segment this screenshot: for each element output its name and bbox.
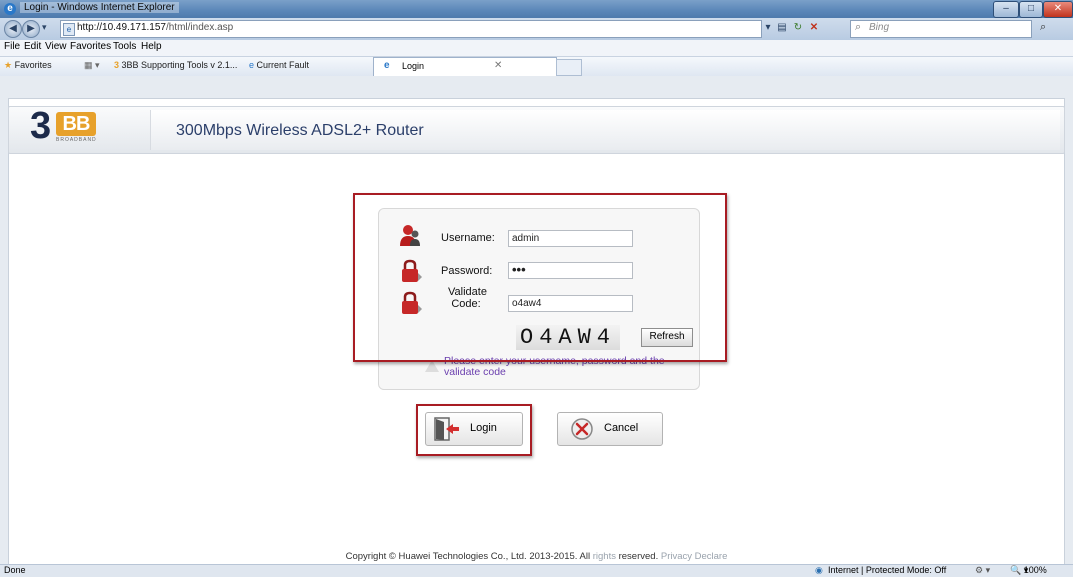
rights-text: rights (592, 551, 616, 562)
nav-dropdown-icon[interactable]: ▾ (42, 22, 47, 33)
tab-login[interactable]: e Login ✕ (373, 57, 557, 77)
back-button[interactable]: ◀ (4, 20, 22, 38)
refresh-icon[interactable]: ↻ (792, 21, 804, 35)
window-titlebar: e Login - Windows Internet Explorer – □ … (0, 0, 1073, 18)
new-tab-button[interactable] (556, 59, 582, 76)
cancel-button[interactable]: Cancel (557, 412, 663, 446)
window-title: Login - Windows Internet Explorer (20, 2, 179, 13)
bing-icon: ⌕ (855, 21, 862, 33)
ie-icon: e (4, 3, 16, 15)
zoom-value: 100% (1023, 565, 1047, 575)
favorites-button[interactable]: ★ Favorites (4, 60, 52, 71)
security-zone[interactable]: Internet | Protected Mode: Off (828, 565, 946, 575)
stop-icon[interactable]: ✕ (808, 21, 820, 35)
cancel-label: Cancel (604, 422, 639, 434)
3bb-logo: 3 BB BROADBAND (30, 105, 140, 147)
status-bar: Done ◉ Internet | Protected Mode: Off ⚙ … (0, 564, 1073, 577)
address-bar[interactable]: e http://10.49.171.157/html/index.asp (60, 20, 762, 38)
protected-mode-icon[interactable]: ⚙ ▾ (975, 565, 990, 576)
menu-view[interactable]: View (45, 41, 67, 52)
dropdown-icon[interactable]: ▾ (762, 21, 774, 35)
highlight-form-box (353, 193, 727, 362)
compatibility-icon[interactable]: ▤ (776, 21, 788, 35)
minimize-button[interactable]: – (993, 1, 1019, 18)
menu-edit[interactable]: Edit (24, 41, 41, 52)
copyright-text: Copyright © Huawei Technologies Co., Ltd… (345, 551, 593, 562)
router-title: 300Mbps Wireless ADSL2+ Router (176, 122, 424, 139)
cancel-icon (571, 418, 593, 440)
menu-file[interactable]: File (4, 41, 20, 52)
search-placeholder: Bing (869, 22, 890, 33)
logo-bb: BB (56, 112, 96, 136)
search-icon[interactable]: ⌕ (1040, 21, 1046, 34)
status-text: Done (4, 565, 26, 575)
copyright-footer: Copyright © Huawei Technologies Co., Ltd… (0, 551, 1073, 562)
ie-page-icon: e (384, 60, 390, 71)
address-url: http://10.49.171.157/html/index.asp (77, 22, 234, 33)
page-icon: e (63, 23, 75, 36)
forward-button[interactable]: ▶ (22, 20, 40, 38)
logo-sub: BROADBAND (56, 137, 97, 143)
highlight-login-box (416, 404, 532, 456)
menu-favorites[interactable]: Favorites (70, 41, 111, 52)
ie-page-icon: e (249, 60, 255, 70)
star-icon: ★ (4, 60, 13, 70)
quick-tabs-icon[interactable]: ▦ ▾ (84, 60, 100, 71)
search-box[interactable]: ⌕ Bing (850, 20, 1032, 38)
close-button[interactable]: ✕ (1043, 1, 1073, 18)
logo-digit: 3 (30, 105, 52, 147)
reserved-text: reserved. (615, 551, 659, 562)
favorite-item-current-fault[interactable]: e Current Fault (249, 60, 309, 70)
menu-tools[interactable]: Tools (113, 41, 136, 52)
address-toolbar: ◀ ▶ ▾ e http://10.49.171.157/html/index.… (0, 18, 1073, 40)
menu-help[interactable]: Help (141, 41, 162, 52)
tab-close-icon[interactable]: ✕ (494, 60, 502, 71)
tab-login-label: Login (402, 61, 425, 71)
zoom-level[interactable]: 🔍 100% ▾ (1010, 565, 1047, 576)
favorite-item-3bb[interactable]: 3 3BB Supporting Tools v 2.1... (114, 60, 237, 70)
favorites-bar: ★ Favorites ▦ ▾ 3 3BB Supporting Tools v… (0, 57, 1073, 77)
menu-bar: File Edit View Favorites Tools Help (0, 40, 1073, 57)
maximize-button[interactable]: □ (1019, 1, 1043, 18)
privacy-link[interactable]: Privacy Declare (658, 551, 728, 562)
globe-icon: ◉ (815, 565, 823, 575)
